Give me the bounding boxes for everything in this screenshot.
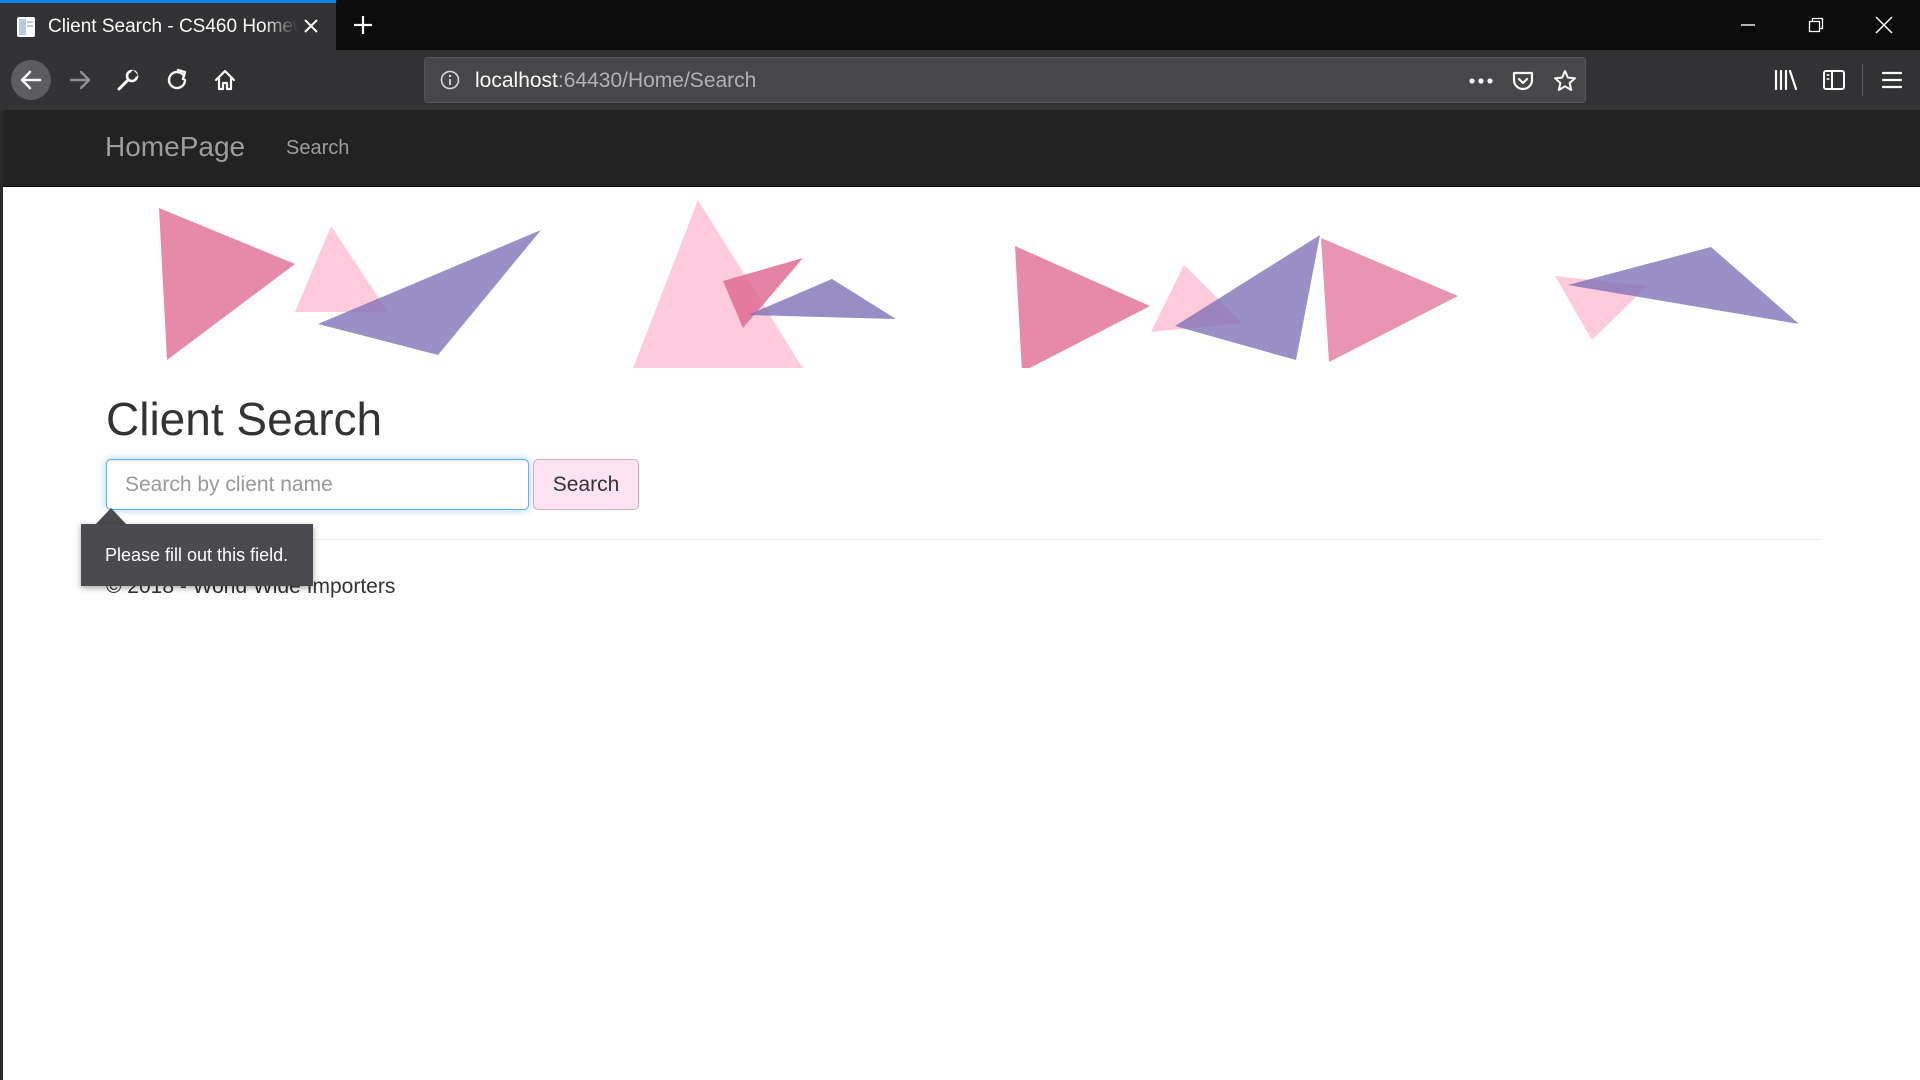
validation-tooltip-arrow [95,508,127,525]
url-text: localhost:64430/Home/Search [475,69,756,93]
page-actions-icon[interactable] [1467,67,1495,95]
browser-toolbar: localhost:64430/Home/Search [0,50,1920,110]
library-icon[interactable] [1766,60,1806,100]
nav-link-search[interactable]: Search [286,137,349,160]
address-bar[interactable]: localhost:64430/Home/Search [424,57,1586,103]
toolbar-separator [1862,64,1863,96]
restore-icon[interactable] [1782,0,1850,50]
home-icon[interactable] [205,60,245,100]
site-info-icon[interactable] [439,69,461,91]
validation-tooltip: Please fill out this field. [81,524,313,586]
decorative-triangles-banner [159,200,1799,368]
close-window-icon[interactable] [1850,0,1918,50]
browser-tabstrip: Client Search - CS460 Homework [0,0,1920,50]
tab-title: Client Search - CS460 Homework [48,15,298,37]
site-navbar: HomePage Search [3,110,1920,187]
validation-tooltip-text: Please fill out this field. [105,544,289,565]
url-path: :64430/Home/Search [557,69,757,92]
page-title: Client Search [106,393,383,445]
client-search-input[interactable] [106,459,529,510]
forward-arrow-icon[interactable] [60,60,100,100]
reload-icon[interactable] [157,60,197,100]
search-button[interactable]: Search [533,459,639,510]
page-favicon-icon [14,15,38,39]
url-host: localhost [475,69,558,92]
back-arrow-icon[interactable] [11,60,51,100]
minimize-icon[interactable] [1714,0,1782,50]
banner-triangles [159,200,1799,368]
content-divider [106,539,1820,540]
plus-icon[interactable] [348,10,378,40]
tab-close-icon[interactable] [300,15,322,37]
hamburger-menu-icon[interactable] [1872,60,1912,100]
browser-tab-active[interactable]: Client Search - CS460 Homework [0,0,336,50]
brand-link[interactable]: HomePage [105,131,245,163]
sidebar-toggle-icon[interactable] [1814,60,1854,100]
wrench-icon[interactable] [108,60,148,100]
pocket-icon[interactable] [1509,67,1537,95]
bookmark-star-icon[interactable] [1551,67,1579,95]
page-viewport: HomePage Search Client Search Search © 2… [0,110,1920,1080]
